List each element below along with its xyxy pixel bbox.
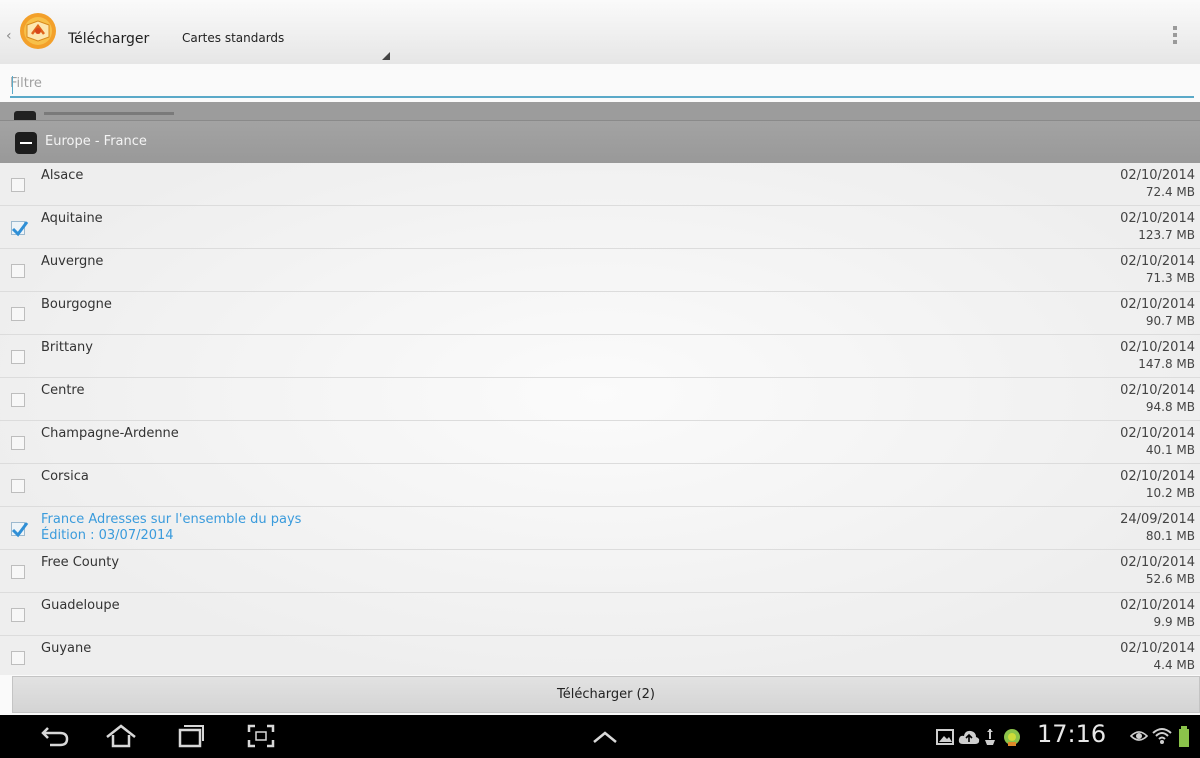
back-arrow-icon[interactable]: [40, 723, 70, 753]
item-size: 40.1 MB: [1145, 443, 1195, 457]
list-item[interactable]: Centre 02/10/2014 94.8 MB: [0, 378, 1200, 421]
checkbox[interactable]: [11, 307, 25, 321]
item-date: 02/10/2014: [1120, 598, 1195, 613]
collapse-icon[interactable]: [15, 132, 37, 154]
group-title-hidden: [44, 112, 174, 115]
checkbox[interactable]: [11, 565, 25, 579]
text-cursor: [12, 76, 13, 94]
item-date: 02/10/2014: [1120, 254, 1195, 269]
checkbox[interactable]: [11, 479, 25, 493]
item-size: 9.9 MB: [1153, 615, 1195, 629]
item-size: 4.4 MB: [1153, 658, 1195, 672]
item-name: France Adresses sur l'ensemble du pays: [41, 512, 302, 527]
item-name: Guadeloupe: [41, 598, 120, 613]
checkbox[interactable]: [11, 651, 25, 665]
download-bar: Télécharger (2): [0, 675, 1200, 715]
list-item[interactable]: France Adresses sur l'ensemble du pays Éd…: [0, 507, 1200, 550]
download-button[interactable]: Télécharger (2): [12, 676, 1200, 713]
item-date: 02/10/2014: [1120, 641, 1195, 656]
chevron-up-icon[interactable]: [590, 727, 620, 751]
system-nav-bar: 17:16: [0, 715, 1200, 758]
checkmark-icon: [11, 522, 29, 538]
overflow-menu-icon[interactable]: [1166, 22, 1186, 50]
checkbox[interactable]: [11, 608, 25, 622]
item-date: 02/10/2014: [1120, 340, 1195, 355]
item-name: Champagne-Ardenne: [41, 426, 179, 441]
list-item[interactable]: Auvergne 02/10/2014 71.3 MB: [0, 249, 1200, 292]
app-logo-icon[interactable]: [18, 11, 58, 51]
wifi-icon: [1152, 727, 1172, 749]
list-item[interactable]: Champagne-Ardenne 02/10/2014 40.1 MB: [0, 421, 1200, 464]
item-date: 02/10/2014: [1120, 469, 1195, 484]
filter-input[interactable]: [10, 70, 1194, 98]
home-icon[interactable]: [104, 723, 138, 753]
item-size: 72.4 MB: [1145, 185, 1195, 199]
item-size: 123.7 MB: [1138, 228, 1195, 242]
item-date: 24/09/2014: [1120, 512, 1195, 527]
item-name: Auvergne: [41, 254, 104, 269]
item-size: 71.3 MB: [1145, 271, 1195, 285]
item-size: 90.7 MB: [1145, 314, 1195, 328]
checkbox[interactable]: [11, 178, 25, 192]
recent-apps-icon[interactable]: [176, 723, 206, 753]
item-name: Aquitaine: [41, 211, 103, 226]
item-date: 02/10/2014: [1120, 555, 1195, 570]
checkbox[interactable]: [11, 264, 25, 278]
item-name: Corsica: [41, 469, 89, 484]
action-bar: ‹ Télécharger Cartes standards: [0, 0, 1200, 65]
checkmark-icon: [11, 221, 29, 237]
item-name: Free County: [41, 555, 120, 570]
dropdown-arrow-icon: [382, 52, 390, 60]
cloud-upload-icon: [958, 729, 980, 749]
map-list[interactable]: Alsace 02/10/2014 72.4 MB Aquitaine 02/10/20…: [0, 163, 1200, 675]
item-name: Guyane: [41, 641, 92, 656]
filter-bar: [0, 64, 1200, 102]
item-date: 02/10/2014: [1120, 297, 1195, 312]
item-date: 02/10/2014: [1120, 168, 1195, 183]
app-title: Télécharger: [68, 31, 150, 47]
checkbox-checked[interactable]: [11, 221, 29, 237]
eye-icon: [1129, 728, 1149, 747]
item-subtitle: Édition : 03/07/2014: [41, 528, 174, 543]
list-item[interactable]: Guadeloupe 02/10/2014 9.9 MB: [0, 593, 1200, 636]
gallery-icon: [936, 729, 954, 749]
checkbox[interactable]: [11, 393, 25, 407]
item-size: 147.8 MB: [1138, 357, 1195, 371]
item-size: 52.6 MB: [1145, 572, 1195, 586]
item-name: Centre: [41, 383, 85, 398]
list-item[interactable]: Bourgogne 02/10/2014 90.7 MB: [0, 292, 1200, 335]
map-type-dropdown[interactable]: Cartes standards: [170, 16, 390, 60]
list-item[interactable]: Free County 02/10/2014 52.6 MB: [0, 550, 1200, 593]
item-size: 10.2 MB: [1145, 486, 1195, 500]
checkbox[interactable]: [11, 436, 25, 450]
item-size: 94.8 MB: [1145, 400, 1195, 414]
item-size: 80.1 MB: [1145, 529, 1195, 543]
screenshot-icon[interactable]: [246, 723, 276, 753]
checkbox[interactable]: [11, 350, 25, 364]
list-item[interactable]: Corsica 02/10/2014 10.2 MB: [0, 464, 1200, 507]
list-item[interactable]: Alsace 02/10/2014 72.4 MB: [0, 163, 1200, 206]
battery-icon: [1178, 726, 1190, 752]
group-header-previous[interactable]: [0, 102, 1200, 120]
status-clock: 17:16: [1037, 720, 1107, 748]
item-date: 02/10/2014: [1120, 211, 1195, 226]
item-name: Alsace: [41, 168, 84, 183]
list-item[interactable]: Guyane 02/10/2014 4.4 MB: [0, 636, 1200, 675]
expand-icon: [14, 111, 36, 120]
list-item[interactable]: Brittany 02/10/2014 147.8 MB: [0, 335, 1200, 378]
up-caret-icon[interactable]: ‹: [6, 29, 12, 43]
usb-icon: [984, 728, 996, 750]
item-name: Brittany: [41, 340, 93, 355]
group-header[interactable]: Europe - France: [0, 120, 1200, 163]
checkbox-checked[interactable]: [11, 522, 29, 538]
item-date: 02/10/2014: [1120, 426, 1195, 441]
group-title: Europe - France: [45, 134, 147, 149]
android-icon: [1002, 727, 1022, 751]
item-name: Bourgogne: [41, 297, 112, 312]
map-type-dropdown-value: Cartes standards: [182, 31, 285, 45]
item-date: 02/10/2014: [1120, 383, 1195, 398]
list-item[interactable]: Aquitaine 02/10/2014 123.7 MB: [0, 206, 1200, 249]
